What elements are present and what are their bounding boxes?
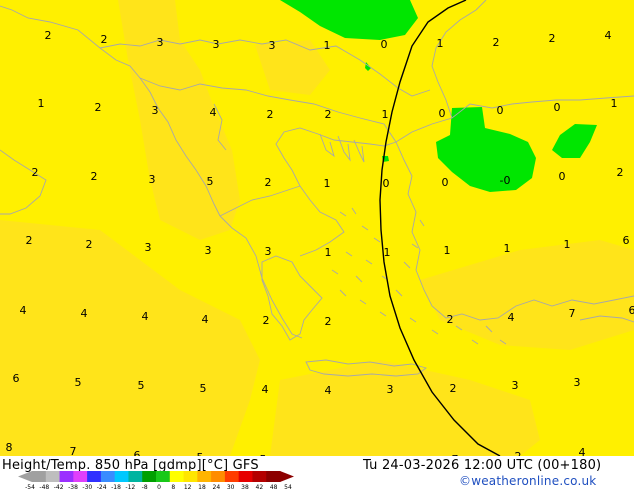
temperature-label: 4 <box>508 311 515 324</box>
colorbar-segment <box>252 471 266 482</box>
temperature-label: 1 <box>504 242 511 255</box>
credit-link[interactable]: ©weatheronline.co.uk <box>459 474 596 488</box>
temperature-label: 0 <box>442 176 449 189</box>
temperature-label: 6 <box>629 304 634 317</box>
temperature-label: 3 <box>213 38 220 51</box>
colorbar-segment <box>46 471 60 482</box>
colorbar-segment <box>197 471 211 482</box>
temperature-label: 6 <box>134 449 141 456</box>
temperature-label: 7 <box>70 445 77 456</box>
temperature-label: 2 <box>617 166 624 179</box>
colorbar-segment <box>32 471 46 482</box>
colorbar-segment <box>239 471 253 482</box>
colorbar-segment <box>170 471 184 482</box>
temperature-label: 3 <box>387 383 394 396</box>
valid-time: Tu 24-03-2026 12:00 UTC (00+180) <box>363 458 601 473</box>
temperature-label: 5 <box>207 175 214 188</box>
temperature-label: 3 <box>205 244 212 257</box>
temperature-label: 6 <box>623 234 630 247</box>
temperature-label: 3 <box>265 245 272 258</box>
colorbar-segment <box>266 471 280 482</box>
temperature-label: 2 <box>267 108 274 121</box>
temperature-label: 4 <box>325 384 332 397</box>
temperature-label: 2 <box>45 29 52 42</box>
colorbar-arrow-right <box>280 471 294 482</box>
temperature-label: 2 <box>101 33 108 46</box>
temperature-label: 3 <box>145 241 152 254</box>
temperature-label: 0 <box>383 177 390 190</box>
temperature-label: 2 <box>447 313 454 326</box>
colorbar-arrow-left <box>18 471 32 482</box>
temperature-label: 3 <box>152 104 159 117</box>
colorbar-segment <box>184 471 198 482</box>
temperature-label: 1 <box>384 246 391 259</box>
temperature-label: 0 <box>559 170 566 183</box>
weather-map-figure: { "map_title": "Height/Temp. 850 hPa [gd… <box>0 0 634 490</box>
temperature-label: 1 <box>444 244 451 257</box>
temperature-label: 1 <box>324 39 331 52</box>
temperature-label: 5 <box>200 382 207 395</box>
temperature-label: 4 <box>202 313 209 326</box>
temperature-label: 0 <box>381 38 388 51</box>
temperature-label: 1 <box>325 246 332 259</box>
temperature-label: 4 <box>262 383 269 396</box>
temperature-label: 0 <box>554 101 561 114</box>
temperature-map: 2 2 3 3 3 1 0 1 2 2 4 1 2 3 4 2 2 1 0 0 0 1 2 2 3 5 2 1 0 0 -0 0 2 2 2 3 3 3 1… <box>0 0 634 456</box>
temperature-label: 0 <box>439 107 446 120</box>
temperature-label: 2 <box>95 101 102 114</box>
temperature-label: 1 <box>324 177 331 190</box>
temperature-label: 2 <box>549 32 556 45</box>
temperature-label: 3 <box>149 173 156 186</box>
temperature-label: 4 <box>579 446 586 456</box>
temperature-label: 4 <box>81 307 88 320</box>
temperature-label: 2 <box>493 36 500 49</box>
temperature-label: 8 <box>6 441 13 454</box>
temperature-label: 3 <box>269 39 276 52</box>
colorbar-segment <box>225 471 239 482</box>
temperature-label: 1 <box>564 238 571 251</box>
temperature-label: 3 <box>157 36 164 49</box>
temperature-label: 2 <box>91 170 98 183</box>
colorbar-segment <box>211 471 225 482</box>
colorbar-segment <box>156 471 170 482</box>
temperature-label: 5 <box>138 379 145 392</box>
temperature-label: 3 <box>574 376 581 389</box>
temperature-label: 1 <box>611 97 618 110</box>
temperature-label: 1 <box>382 108 389 121</box>
temperature-label: 6 <box>13 372 20 385</box>
temperature-label: 4 <box>142 310 149 323</box>
temperature-label: 2 <box>86 238 93 251</box>
colorbar-segment <box>142 471 156 482</box>
temperature-label: 3 <box>512 379 519 392</box>
colorbar-segment <box>128 471 142 482</box>
temperature-label: 2 <box>325 315 332 328</box>
temperature-label: 2 <box>32 166 39 179</box>
temperature-label: 4 <box>210 106 217 119</box>
colorbar-segment <box>73 471 87 482</box>
temperature-label: 7 <box>569 307 576 320</box>
temperature-label: -0 <box>500 174 511 187</box>
colorbar-segment <box>87 471 101 482</box>
temperature-label: 1 <box>437 37 444 50</box>
temperature-label: 5 <box>75 376 82 389</box>
temperature-label: 0 <box>497 104 504 117</box>
colorbar-segment <box>115 471 129 482</box>
temperature-label: 1 <box>38 97 45 110</box>
temperature-label: 2 <box>450 382 457 395</box>
colorbar-segment <box>101 471 115 482</box>
temperature-label: 4 <box>20 304 27 317</box>
temperature-label: 2 <box>265 176 272 189</box>
temperature-label: 4 <box>605 29 612 42</box>
colorbar <box>18 470 294 483</box>
colorbar-segment <box>60 471 74 482</box>
temperature-label: 2 <box>325 108 332 121</box>
temperature-label: 2 <box>26 234 33 247</box>
temperature-label: 2 <box>263 314 270 327</box>
